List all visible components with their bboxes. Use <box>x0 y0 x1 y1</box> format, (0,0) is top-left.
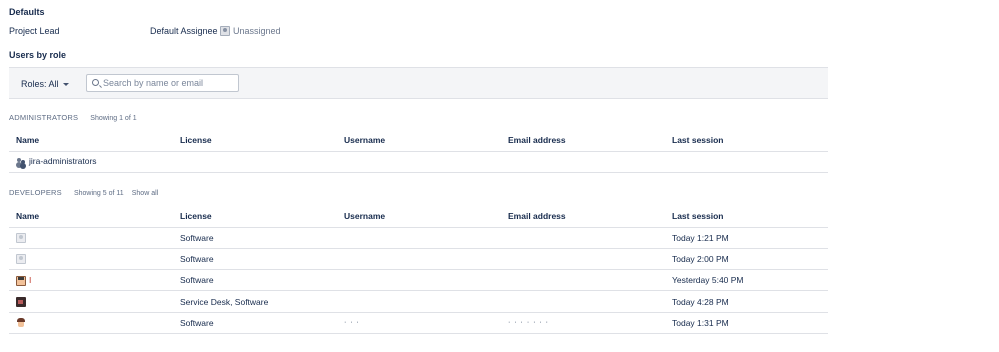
administrators-header: Administrators Showing 1 of 1 <box>9 113 137 122</box>
user-avatar-icon[interactable] <box>16 296 26 307</box>
column-header-name[interactable]: Name <box>9 130 173 152</box>
default-assignee-label: Default Assignee <box>150 26 218 36</box>
show-all-link[interactable]: Show all <box>132 190 158 197</box>
table-header-row: Name License Username Email address Last… <box>9 130 828 152</box>
name-cell <box>9 290 173 313</box>
user-name[interactable]: I <box>29 275 31 285</box>
column-header-name[interactable]: Name <box>9 206 173 228</box>
default-avatar-icon[interactable] <box>16 254 26 265</box>
name-cell: I <box>9 269 173 292</box>
column-header-last-session[interactable]: Last session <box>665 206 828 228</box>
license-cell <box>173 151 337 173</box>
project-lead-label: Project Lead <box>9 26 60 36</box>
defaults-title: Defaults <box>9 7 45 17</box>
defaults-row: Project Lead Default Assignee Unassigned <box>9 26 409 38</box>
administrators-count: Showing 1 of 1 <box>90 115 137 122</box>
developers-group-name: Developers <box>9 188 62 197</box>
filter-bar: Roles: All <box>9 67 828 99</box>
username-cell <box>337 269 501 292</box>
column-header-email[interactable]: Email address <box>501 206 665 228</box>
column-header-license[interactable]: License <box>173 206 337 228</box>
table-row[interactable]: Service Desk, Software Today 4:28 PM <box>9 290 828 313</box>
column-header-license[interactable]: License <box>173 130 337 152</box>
email-cell: · · · · · · · <box>501 312 665 334</box>
table-row[interactable]: Software Today 2:00 PM <box>9 248 828 271</box>
email-cell <box>501 248 665 271</box>
name-cell <box>9 248 173 271</box>
last-session-cell: Today 1:31 PM <box>665 312 828 334</box>
username-cell <box>337 151 501 173</box>
developers-header: Developers Showing 5 of 11 Show all <box>9 188 158 197</box>
column-header-username[interactable]: Username <box>337 130 501 152</box>
column-header-email[interactable]: Email address <box>501 130 665 152</box>
search-input[interactable] <box>103 76 237 90</box>
license-cell: Software <box>173 227 337 249</box>
username-cell <box>337 248 501 271</box>
roles-filter-label: Roles: All <box>21 79 59 89</box>
table-header-row: Name License Username Email address Last… <box>9 206 828 228</box>
name-cell <box>9 227 173 249</box>
email-cell <box>501 227 665 249</box>
last-session-cell: Yesterday 5:40 PM <box>665 269 828 292</box>
default-assignee-value: Unassigned <box>233 26 281 36</box>
table-row[interactable]: I Software Yesterday 5:40 PM <box>9 269 828 292</box>
license-cell: Software <box>173 248 337 271</box>
column-header-username[interactable]: Username <box>337 206 501 228</box>
unassigned-avatar-icon <box>220 26 230 36</box>
default-avatar-icon[interactable] <box>16 233 26 244</box>
email-cell <box>501 151 665 173</box>
table-row[interactable]: jira-administrators <box>9 151 828 173</box>
group-icon <box>16 157 26 167</box>
table-row[interactable]: Software · · · · · · · · · · Today 1:31 … <box>9 312 828 334</box>
user-avatar-icon[interactable] <box>16 275 26 286</box>
developers-count: Showing 5 of 11 <box>73 190 124 197</box>
search-icon <box>92 79 99 86</box>
license-cell: Service Desk, Software <box>173 290 337 313</box>
table-row[interactable]: Software Today 1:21 PM <box>9 227 828 249</box>
users-by-role-title: Users by role <box>9 50 67 60</box>
last-session-cell: Today 4:28 PM <box>665 290 828 313</box>
name-cell <box>9 312 173 334</box>
username-cell <box>337 227 501 249</box>
last-session-cell: Today 1:21 PM <box>665 227 828 249</box>
roles-filter-button[interactable]: Roles: All <box>21 77 69 91</box>
search-box[interactable] <box>86 74 239 92</box>
caret-down-icon <box>62 83 69 87</box>
administrators-group-name: Administrators <box>9 113 79 122</box>
administrators-table: Name License Username Email address Last… <box>9 130 828 173</box>
username-cell: · · · <box>337 312 501 334</box>
column-header-last-session[interactable]: Last session <box>665 130 828 152</box>
license-cell: Software <box>173 269 337 292</box>
user-avatar-icon[interactable] <box>16 318 26 329</box>
group-name-link[interactable]: jira-administrators <box>29 156 97 166</box>
email-cell <box>501 290 665 313</box>
username-cell <box>337 290 501 313</box>
email-cell <box>501 269 665 292</box>
last-session-cell: Today 2:00 PM <box>665 248 828 271</box>
last-session-cell <box>665 151 828 173</box>
developers-table: Name License Username Email address Last… <box>9 206 828 334</box>
name-cell: jira-administrators <box>9 151 173 173</box>
license-cell: Software <box>173 312 337 334</box>
